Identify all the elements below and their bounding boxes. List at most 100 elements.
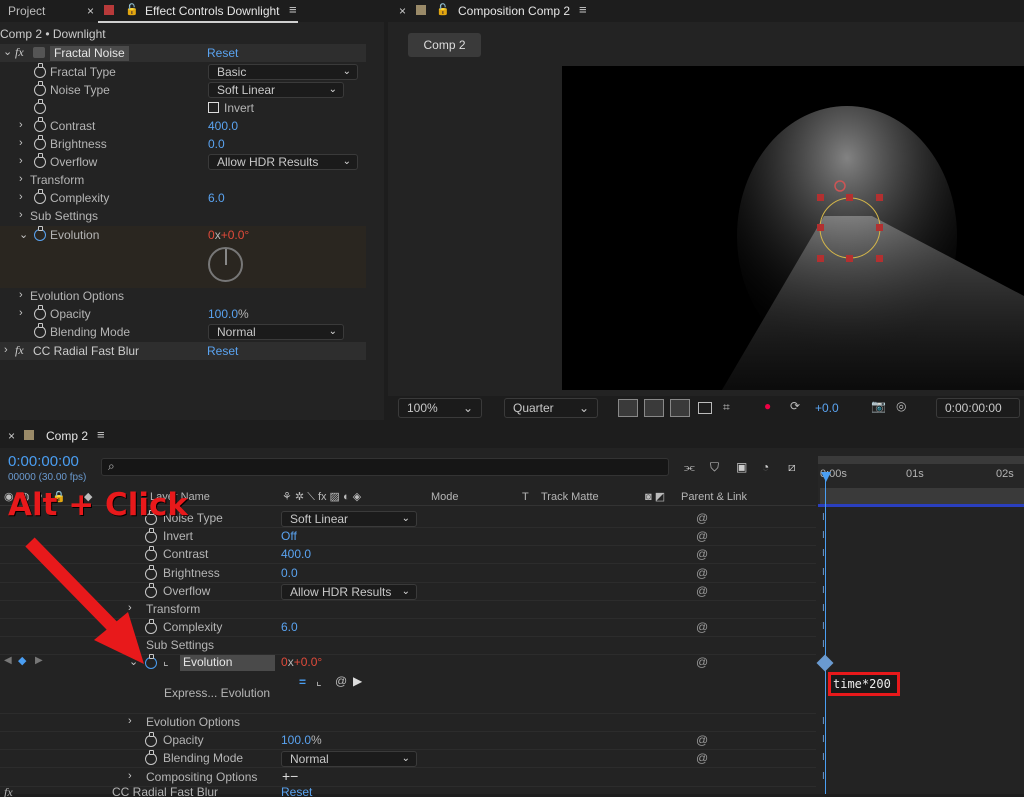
group-evolution-options[interactable]: › Evolution Options <box>0 287 366 305</box>
contrast-value[interactable]: 400.0 <box>208 119 238 133</box>
prev-keyframe-icon[interactable]: ◀ <box>4 655 12 666</box>
lock-icon[interactable]: 🔓 <box>125 3 139 16</box>
expression-pickwhip-icon[interactable]: @ <box>335 674 347 688</box>
group-label[interactable]: Sub Settings <box>146 638 214 652</box>
blending-mode-dropdown[interactable]: Normal ⌄ <box>208 324 344 340</box>
chevron-right-icon[interactable]: › <box>128 770 132 782</box>
chevron-right-icon[interactable]: › <box>128 715 132 727</box>
pick-whip-icon[interactable]: @ <box>696 566 708 580</box>
fast-preview-icon[interactable] <box>618 399 638 417</box>
resolution-dropdown[interactable]: Quarter ⌄ <box>504 398 598 418</box>
chevron-right-icon[interactable]: › <box>19 289 23 301</box>
pick-whip-icon[interactable]: @ <box>696 751 708 765</box>
stopwatch-icon[interactable] <box>34 305 46 320</box>
matte-icons[interactable]: ◙ ◩ <box>645 490 665 503</box>
fx-icon[interactable]: fx <box>4 787 13 797</box>
pick-whip-icon[interactable]: @ <box>696 511 708 525</box>
snapshot-camera-icon[interactable]: 📷 <box>871 399 886 413</box>
expression-language-menu-icon[interactable]: ▶ <box>353 674 362 688</box>
lock-icon[interactable]: 🔓 <box>436 3 450 16</box>
brightness-value[interactable]: 0.0 <box>208 137 225 151</box>
tab-timeline-comp[interactable]: Comp 2 <box>46 425 88 447</box>
time-ruler[interactable]: 0:00s 01s 02s <box>818 456 1024 504</box>
color-channels-icon[interactable]: ● <box>764 399 771 413</box>
stopwatch-icon[interactable] <box>145 732 157 748</box>
keyframe-diamond[interactable] <box>816 654 834 672</box>
zoom-dropdown[interactable]: 100% ⌄ <box>398 398 482 418</box>
group-label[interactable]: Evolution Options <box>146 715 240 729</box>
expression-enable-icon[interactable]: = <box>299 675 306 689</box>
close-icon[interactable]: × <box>87 4 94 18</box>
property-dropdown[interactable]: Soft Linear ⌄ <box>281 511 417 527</box>
expression-editor[interactable]: time*200 <box>828 672 900 696</box>
grid-guides-icon[interactable]: ⌗ <box>723 400 730 415</box>
exposure-value[interactable]: +0.0 <box>815 401 839 415</box>
chevron-right-icon[interactable]: › <box>19 155 23 167</box>
group-label[interactable]: Transform <box>146 602 200 616</box>
group-label[interactable]: Compositing Options <box>146 770 257 784</box>
transparency-grid-icon[interactable] <box>644 399 664 417</box>
composition-viewer[interactable] <box>562 66 1024 390</box>
stopwatch-icon[interactable] <box>145 750 157 766</box>
noise-type-dropdown[interactable]: Soft Linear ⌄ <box>208 82 344 98</box>
tab-effect-controls[interactable]: Effect Controls Downlight <box>145 0 280 22</box>
stopwatch-icon[interactable] <box>34 99 46 114</box>
stopwatch-icon[interactable] <box>34 63 46 78</box>
motion-blur-icon[interactable]: ◔ <box>762 460 769 474</box>
comp-flowchart-icon[interactable]: ⫘ <box>684 460 695 475</box>
fx-icon[interactable]: fx <box>15 343 24 358</box>
region-of-interest-icon[interactable] <box>698 402 712 414</box>
chevron-right-icon[interactable]: › <box>19 119 23 131</box>
column-parent-link[interactable]: Parent & Link <box>681 491 747 503</box>
stopwatch-icon[interactable] <box>34 323 46 338</box>
property-dropdown[interactable]: Normal ⌄ <box>281 751 417 768</box>
fx-icon[interactable]: fx <box>15 45 24 60</box>
current-time-indicator[interactable] <box>821 472 831 482</box>
tab-project[interactable]: Project <box>8 0 45 22</box>
pick-whip-icon[interactable]: @ <box>696 584 708 598</box>
show-snapshot-icon[interactable]: ◎ <box>896 399 906 413</box>
evolution-value[interactable]: 0x+0.0° <box>208 228 249 242</box>
reset-exposure-icon[interactable]: ⟳ <box>790 399 800 413</box>
chevron-right-icon[interactable]: › <box>19 173 23 185</box>
chevron-down-icon[interactable]: ⌄ <box>19 228 28 241</box>
chevron-right-icon[interactable]: › <box>19 307 23 319</box>
stopwatch-icon[interactable] <box>34 226 46 241</box>
chevron-right-icon[interactable]: › <box>4 344 8 356</box>
evolution-value[interactable]: 0x+0.0° <box>281 655 322 669</box>
pick-whip-icon[interactable]: @ <box>696 620 708 634</box>
group-sub-settings[interactable]: › Sub Settings <box>0 207 366 225</box>
column-track-matte[interactable]: Track Matte <box>541 491 599 503</box>
panel-menu-icon[interactable]: ≡ <box>289 2 297 17</box>
complexity-value[interactable]: 6.0 <box>208 191 225 205</box>
chevron-right-icon[interactable]: › <box>19 191 23 203</box>
timeline-current-time[interactable]: 0:00:00:00 <box>8 453 79 470</box>
reset-link[interactable]: Reset <box>207 46 238 60</box>
chevron-down-icon[interactable]: ⌄ <box>3 45 12 58</box>
effect-name[interactable]: Fractal Noise <box>50 46 129 61</box>
comp-navigator-button[interactable]: Comp 2 <box>408 33 481 57</box>
stopwatch-icon[interactable] <box>34 117 46 132</box>
close-icon[interactable]: × <box>399 4 406 18</box>
current-time-field[interactable]: 0:00:00:00 <box>936 398 1020 418</box>
close-icon[interactable]: × <box>8 429 15 443</box>
expression-graph-icon[interactable]: ⌞ <box>316 674 322 688</box>
frame-blending-icon[interactable]: ▣ <box>736 460 747 474</box>
panel-menu-icon[interactable]: ≡ <box>579 2 587 17</box>
effect-header-cc-radial-fast-blur[interactable]: › fx CC Radial Fast Blur Reset <box>0 342 366 360</box>
stopwatch-icon[interactable] <box>34 153 46 168</box>
property-label[interactable]: Evolution <box>180 655 275 671</box>
stopwatch-icon[interactable] <box>34 81 46 96</box>
mask-visibility-icon[interactable] <box>670 399 690 417</box>
graph-icon[interactable]: ⌞ <box>163 654 169 668</box>
reset-link[interactable]: Reset <box>207 344 238 358</box>
overflow-dropdown[interactable]: Allow HDR Results ⌄ <box>208 154 358 170</box>
property-value[interactable]: 0.0 <box>281 566 298 580</box>
chevron-right-icon[interactable]: › <box>19 209 23 221</box>
fractal-type-dropdown[interactable]: Basic ⌄ <box>208 64 358 80</box>
group-transform[interactable]: › Transform <box>0 171 366 189</box>
tab-composition[interactable]: Composition Comp 2 <box>458 0 570 22</box>
pick-whip-icon[interactable]: @ <box>696 655 708 669</box>
property-value[interactable]: Off <box>281 529 297 543</box>
chevron-right-icon[interactable]: › <box>19 137 23 149</box>
